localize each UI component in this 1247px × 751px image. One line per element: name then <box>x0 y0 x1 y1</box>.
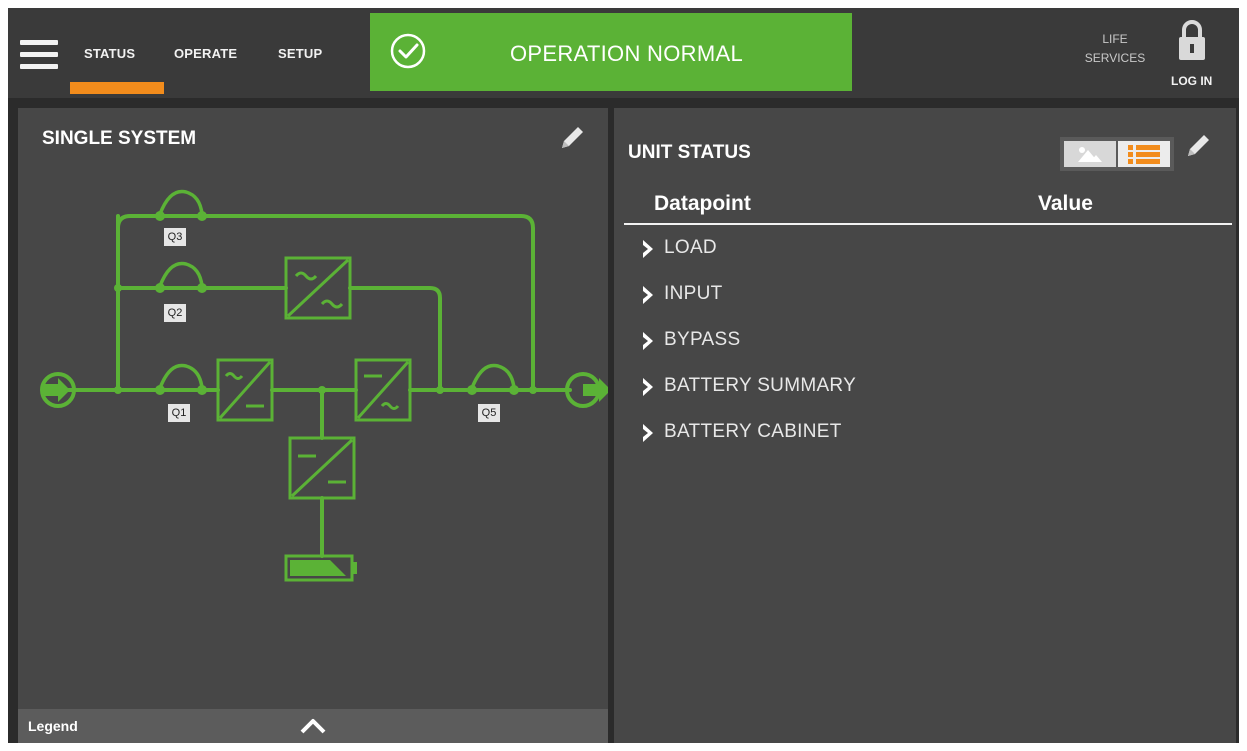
legend-label: Legend <box>28 718 78 734</box>
check-circle-icon <box>390 33 426 69</box>
switch-label-q5: Q5 <box>478 404 500 422</box>
column-header-datapoint[interactable]: Datapoint <box>654 192 751 216</box>
image-view-icon <box>1078 147 1102 162</box>
column-header-value[interactable]: Value <box>1038 192 1093 216</box>
datapoint-label: BATTERY CABINET <box>664 421 842 442</box>
switch-label-q2: Q2 <box>164 304 186 322</box>
tab-status[interactable]: STATUS <box>84 46 135 61</box>
datapoint-row-battery-cabinet[interactable]: BATTERY CABINET <box>640 413 1200 451</box>
view-toggle <box>1060 137 1174 171</box>
datapoint-row-bypass[interactable]: BYPASS <box>640 321 1200 359</box>
one-line-diagram <box>40 189 608 582</box>
life-services-line1: LIFE <box>1102 32 1128 46</box>
panel-title: UNIT STATUS <box>628 142 751 163</box>
list-view-icon <box>1128 145 1160 164</box>
single-system-panel: SINGLE SYSTEM Q3 Q2 Q1 Q5 Legend <box>18 108 608 743</box>
list-view-toggle[interactable] <box>1118 141 1170 167</box>
life-services-link[interactable]: LIFE SERVICES <box>1070 30 1160 68</box>
battery-icon <box>284 554 357 582</box>
switch-label-q3: Q3 <box>164 228 186 246</box>
life-services-line2: SERVICES <box>1084 51 1146 65</box>
lock-icon[interactable] <box>1176 18 1208 62</box>
chevron-right-icon <box>643 424 653 442</box>
datapoint-row-input[interactable]: INPUT <box>640 275 1200 313</box>
pencil-icon[interactable] <box>1182 130 1214 162</box>
tab-operate[interactable]: OPERATE <box>174 46 237 61</box>
chevron-right-icon <box>643 286 653 304</box>
chevron-up-icon[interactable] <box>300 717 326 735</box>
top-bar: STATUS OPERATE SETUP OPERATION NORMAL LI… <box>8 8 1239 98</box>
chevron-right-icon <box>643 332 653 350</box>
status-banner[interactable]: OPERATION NORMAL <box>370 13 852 91</box>
datapoint-label: INPUT <box>664 283 723 304</box>
tab-setup[interactable]: SETUP <box>278 46 322 61</box>
datapoint-label: LOAD <box>664 237 717 258</box>
chevron-right-icon <box>643 378 653 396</box>
datapoint-row-battery-summary[interactable]: BATTERY SUMMARY <box>640 367 1200 405</box>
app-frame: STATUS OPERATE SETUP OPERATION NORMAL LI… <box>8 8 1239 743</box>
datapoint-label: BYPASS <box>664 329 741 350</box>
status-banner-text: OPERATION NORMAL <box>510 41 743 66</box>
menu-icon[interactable] <box>20 40 58 70</box>
image-view-toggle[interactable] <box>1064 141 1116 167</box>
datapoint-label: BATTERY SUMMARY <box>664 375 857 396</box>
datapoint-row-load[interactable]: LOAD <box>640 229 1200 267</box>
header-divider <box>624 223 1232 225</box>
unit-status-panel: UNIT STATUS Datapoint Value LOAD INPUT B… <box>614 108 1236 743</box>
chevron-right-icon <box>643 240 653 258</box>
legend-bar[interactable]: Legend <box>18 709 608 743</box>
switch-label-q1: Q1 <box>168 404 190 422</box>
login-button[interactable]: LOG IN <box>1171 74 1212 88</box>
active-tab-indicator <box>70 82 164 94</box>
